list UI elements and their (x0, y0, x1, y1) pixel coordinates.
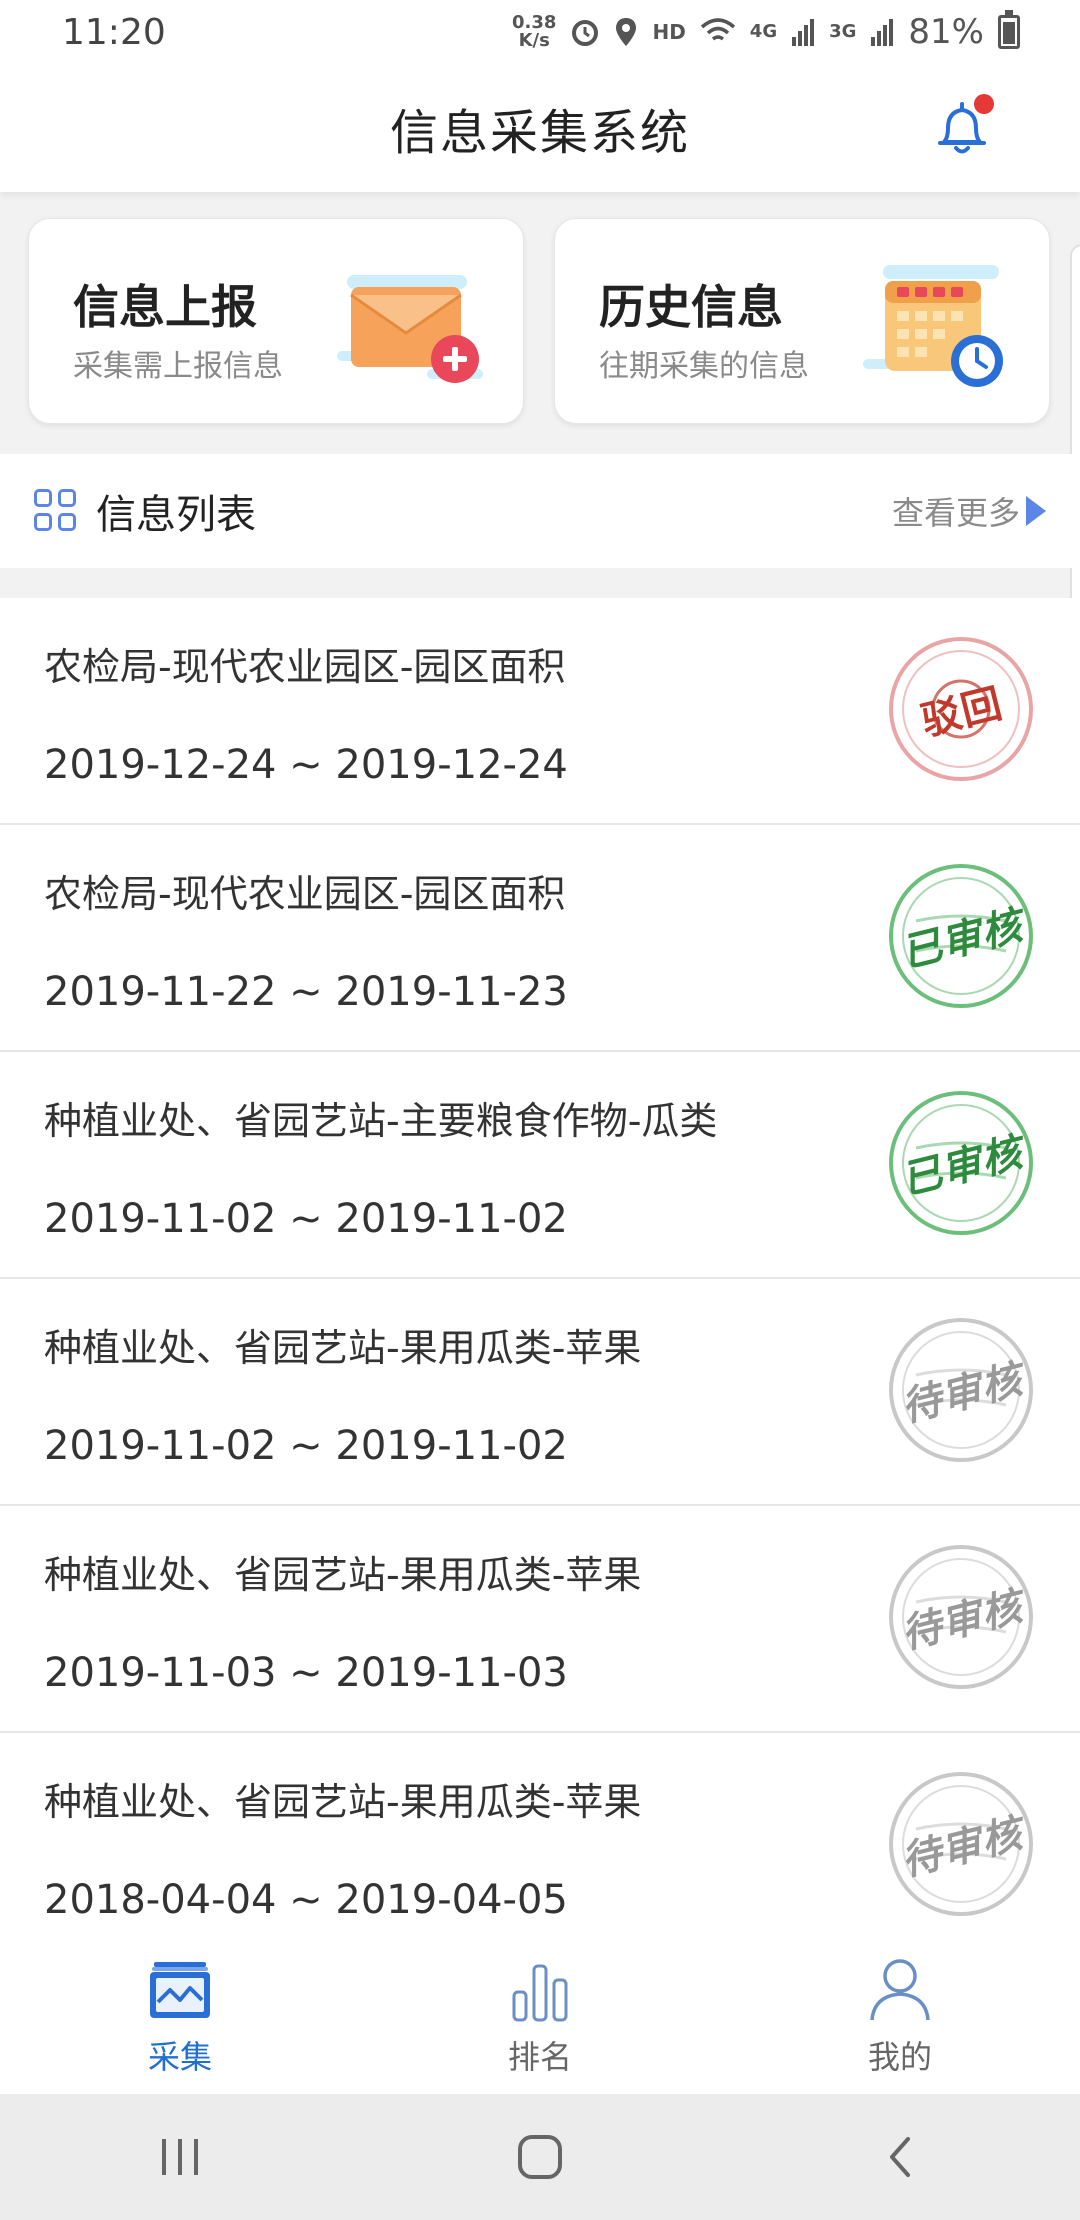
history-info-card[interactable]: 历史信息 往期采集的信息 (554, 218, 1050, 424)
list-item[interactable]: 种植业处、省园艺站-果用瓜类-苹果 2018-04-04 ~ 2019-04-0… (0, 1733, 1080, 1938)
info-list: 农检局-现代农业园区-园区面积 2019-12-24 ~ 2019-12-24 … (0, 598, 1080, 1938)
status-bar: 11:20 0.38 K/s HD 4G 3G 81% (0, 0, 1080, 64)
tab-mine[interactable]: 我的 (720, 1938, 1080, 2094)
info-list-header: 信息列表 查看更多 (0, 454, 1080, 568)
recent-apps-button[interactable] (120, 2117, 240, 2197)
back-icon (890, 2137, 910, 2177)
list-title: 信息列表 (96, 492, 256, 538)
net-speed: 0.38 K/s (512, 12, 557, 51)
item-title: 种植业处、省园艺站-果用瓜类-苹果 (44, 1553, 642, 1597)
tab-label: 排名 (507, 2038, 572, 2076)
status-time: 11:20 (62, 11, 166, 53)
recent-apps-icon (162, 2139, 198, 2175)
view-more-link[interactable]: 查看更多 (892, 488, 1046, 534)
tab-label: 我的 (867, 2038, 932, 2076)
quick-actions: 信息上报 采集需上报信息 历史信息 往期采集的信息 (0, 218, 1080, 424)
item-title: 种植业处、省园艺站-主要粮食作物-瓜类 (44, 1099, 718, 1143)
list-item[interactable]: 农检局-现代农业园区-园区面积 2019-12-24 ~ 2019-12-24 … (0, 598, 1080, 825)
calendar-clock-icon (863, 265, 1003, 387)
location-icon (616, 18, 637, 46)
report-info-card[interactable]: 信息上报 采集需上报信息 (28, 218, 524, 424)
notification-dot (974, 94, 994, 114)
item-title: 农检局-现代农业园区-园区面积 (44, 872, 566, 916)
page-title: 信息采集系统 (389, 105, 690, 161)
signal-4g-label: 4G (749, 21, 778, 42)
item-dates: 2019-12-24 ~ 2019-12-24 (44, 742, 568, 788)
list-item[interactable]: 种植业处、省园艺站-主要粮食作物-瓜类 2019-11-02 ~ 2019-11… (0, 1052, 1080, 1279)
system-nav-bar (0, 2094, 1080, 2220)
item-dates: 2019-11-22 ~ 2019-11-23 (44, 969, 568, 1015)
home-button[interactable] (480, 2117, 600, 2197)
item-dates: 2019-11-02 ~ 2019-11-02 (44, 1423, 568, 1469)
card-title: 信息上报 (73, 280, 257, 334)
bottom-tab-bar: 采集 排名 我的 (0, 1938, 1080, 2094)
status-stamp-pending: 待审核 (886, 1315, 1036, 1465)
triangle-right-icon (1026, 496, 1046, 526)
list-item[interactable]: 种植业处、省园艺站-果用瓜类-苹果 2019-11-03 ~ 2019-11-0… (0, 1506, 1080, 1733)
envelope-plus-icon (337, 275, 483, 383)
alarm-icon (572, 20, 599, 46)
status-stamp-approved: 已审核 (886, 1088, 1036, 1238)
notification-bell-icon[interactable] (934, 94, 994, 158)
battery-percent: 81% (908, 12, 984, 52)
status-stamp-pending: 待审核 (886, 1769, 1036, 1919)
grid-icon (34, 489, 78, 533)
signal-icon (871, 19, 894, 46)
battery-icon (998, 10, 1020, 49)
signal-3g-label: 3G (829, 21, 857, 42)
wifi-icon (700, 18, 735, 41)
item-dates: 2018-04-04 ~ 2019-04-05 (44, 1877, 568, 1923)
collect-icon (150, 1962, 210, 2018)
status-stamp-pending: 待审核 (886, 1542, 1036, 1692)
item-dates: 2019-11-02 ~ 2019-11-02 (44, 1196, 568, 1242)
card-title: 历史信息 (599, 280, 783, 334)
status-stamp-rejected: 驳回 (886, 634, 1036, 784)
bar-chart-icon (512, 1964, 568, 2022)
status-stamp-approved: 已审核 (886, 861, 1036, 1011)
status-icons: 0.38 K/s HD 4G 3G 81% (512, 10, 1020, 52)
item-title: 种植业处、省园艺站-果用瓜类-苹果 (44, 1780, 642, 1824)
signal-icon (792, 19, 815, 46)
card-subtitle: 往期采集的信息 (599, 349, 809, 384)
back-button[interactable] (840, 2117, 960, 2197)
list-item[interactable]: 种植业处、省园艺站-果用瓜类-苹果 2019-11-02 ~ 2019-11-0… (0, 1279, 1080, 1506)
list-item[interactable]: 农检局-现代农业园区-园区面积 2019-11-22 ~ 2019-11-23 … (0, 825, 1080, 1052)
user-icon (870, 1959, 930, 2021)
item-title: 农检局-现代农业园区-园区面积 (44, 645, 566, 689)
view-more-label: 查看更多 (891, 494, 1020, 532)
tab-label: 采集 (147, 2038, 212, 2076)
tab-collect[interactable]: 采集 (0, 1938, 360, 2094)
home-icon (518, 2135, 562, 2179)
app-header: 信息采集系统 (0, 64, 1080, 192)
item-title: 种植业处、省园艺站-果用瓜类-苹果 (44, 1326, 642, 1370)
hd-label: HD (652, 20, 686, 44)
card-subtitle: 采集需上报信息 (73, 349, 283, 384)
item-dates: 2019-11-03 ~ 2019-11-03 (44, 1650, 568, 1696)
tab-ranking[interactable]: 排名 (360, 1938, 720, 2094)
